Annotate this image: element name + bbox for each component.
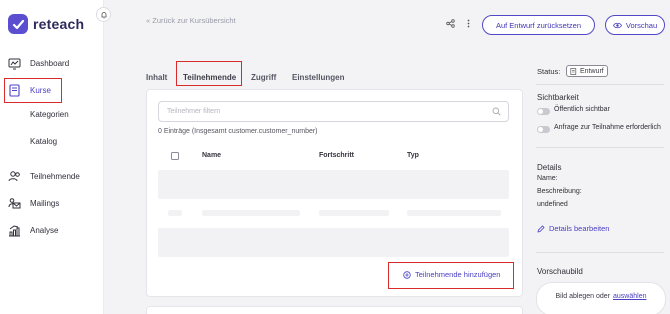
public-visibility-label: Öffentlich sichtbar bbox=[554, 106, 610, 113]
skeleton-cell bbox=[168, 210, 182, 216]
details-heading: Details bbox=[537, 163, 562, 172]
dashboard-icon bbox=[8, 57, 21, 70]
sidebar-item-label: Mailings bbox=[30, 199, 60, 208]
secondary-card bbox=[146, 306, 523, 314]
logo[interactable]: reteach bbox=[8, 14, 84, 34]
chart-icon bbox=[8, 224, 21, 237]
column-header-name[interactable]: Name bbox=[202, 152, 221, 159]
sidebar: reteach Dashboard Kurse Kategorien Katal… bbox=[0, 0, 104, 314]
participant-search-input[interactable]: Teilnehmer filtern bbox=[158, 101, 509, 122]
sidebar-item-analyse[interactable]: Analyse bbox=[8, 224, 58, 237]
skeleton-row bbox=[158, 228, 509, 257]
more-vertical-icon[interactable] bbox=[467, 19, 470, 30]
tab-einstellungen[interactable]: Einstellungen bbox=[292, 73, 344, 82]
skeleton-cell bbox=[319, 210, 389, 216]
users-icon bbox=[8, 170, 21, 183]
mail-icon bbox=[8, 197, 21, 210]
description-value: undefined bbox=[537, 201, 568, 208]
reteach-logo-icon bbox=[8, 14, 28, 34]
participation-request-toggle[interactable] bbox=[537, 126, 550, 133]
sidebar-item-teilnehmende[interactable]: Teilnehmende bbox=[8, 170, 80, 183]
visibility-heading: Sichtbarkeit bbox=[537, 93, 579, 102]
skeleton-cell bbox=[202, 210, 300, 216]
edit-details-label: Details bearbeiten bbox=[549, 224, 610, 233]
header-icons bbox=[446, 19, 470, 30]
select-all-checkbox[interactable] bbox=[171, 152, 179, 160]
name-label: Name: bbox=[537, 175, 558, 182]
status-value: Entwurf bbox=[580, 67, 604, 75]
sidebar-item-kategorien[interactable]: Kategorien bbox=[30, 110, 69, 119]
notification-bell-icon[interactable] bbox=[96, 7, 111, 22]
description-label: Beschreibung: bbox=[537, 188, 582, 195]
select-image-link[interactable]: auswählen bbox=[613, 293, 646, 300]
entry-count: 0 Einträge (Insgesamt customer.customer_… bbox=[158, 128, 318, 135]
public-visibility-toggle[interactable] bbox=[537, 108, 550, 115]
pencil-icon bbox=[537, 224, 545, 233]
status-badge: Entwurf bbox=[566, 65, 608, 77]
reset-to-draft-button[interactable]: Auf Entwurf zurücksetzen bbox=[482, 15, 595, 35]
divider bbox=[536, 252, 664, 253]
column-header-type[interactable]: Typ bbox=[407, 152, 419, 159]
draft-icon bbox=[570, 67, 577, 75]
image-dropzone[interactable]: Bild ablegen oder auswählen bbox=[536, 282, 666, 314]
back-to-courses-link[interactable]: « Zurück zur Kursübersicht bbox=[146, 16, 236, 25]
divider bbox=[536, 84, 664, 85]
eye-icon bbox=[612, 22, 622, 29]
sidebar-item-label: Analyse bbox=[30, 226, 59, 235]
sidebar-item-label: Dashboard bbox=[30, 59, 70, 68]
sidebar-item-mailings[interactable]: Mailings bbox=[8, 197, 59, 210]
tab-inhalt[interactable]: Inhalt bbox=[146, 73, 167, 82]
highlight-box-tab bbox=[176, 61, 242, 86]
sidebar-item-dashboard[interactable]: Dashboard bbox=[8, 57, 69, 70]
participation-request-label: Anfrage zur Teilnahme erforderlich bbox=[554, 124, 661, 131]
search-placeholder: Teilnehmer filtern bbox=[167, 108, 221, 115]
tab-zugriff[interactable]: Zugriff bbox=[251, 73, 276, 82]
divider bbox=[536, 147, 664, 148]
status-label: Status: bbox=[537, 67, 561, 76]
search-icon bbox=[492, 107, 501, 118]
sidebar-item-katalog[interactable]: Katalog bbox=[30, 137, 57, 146]
brand-name: reteach bbox=[33, 16, 85, 32]
highlight-box-kurse bbox=[4, 78, 62, 103]
back-link-label: Zurück zur Kursübersicht bbox=[152, 16, 236, 25]
sidebar-item-label: Teilnehmende bbox=[30, 172, 80, 181]
double-chevron-left-icon: « bbox=[146, 16, 151, 25]
share-icon[interactable] bbox=[446, 19, 455, 30]
preview-button[interactable]: Vorschau bbox=[605, 15, 665, 35]
skeleton-row bbox=[158, 170, 509, 199]
preview-button-label: Vorschau bbox=[625, 20, 658, 30]
highlight-box-add bbox=[388, 262, 514, 289]
skeleton-cell bbox=[407, 210, 501, 216]
dropzone-text: Bild ablegen oder bbox=[555, 293, 611, 300]
edit-details-link[interactable]: Details bearbeiten bbox=[537, 224, 609, 233]
column-header-progress[interactable]: Fortschritt bbox=[319, 152, 354, 159]
preview-image-heading: Vorschaubild bbox=[537, 267, 583, 276]
